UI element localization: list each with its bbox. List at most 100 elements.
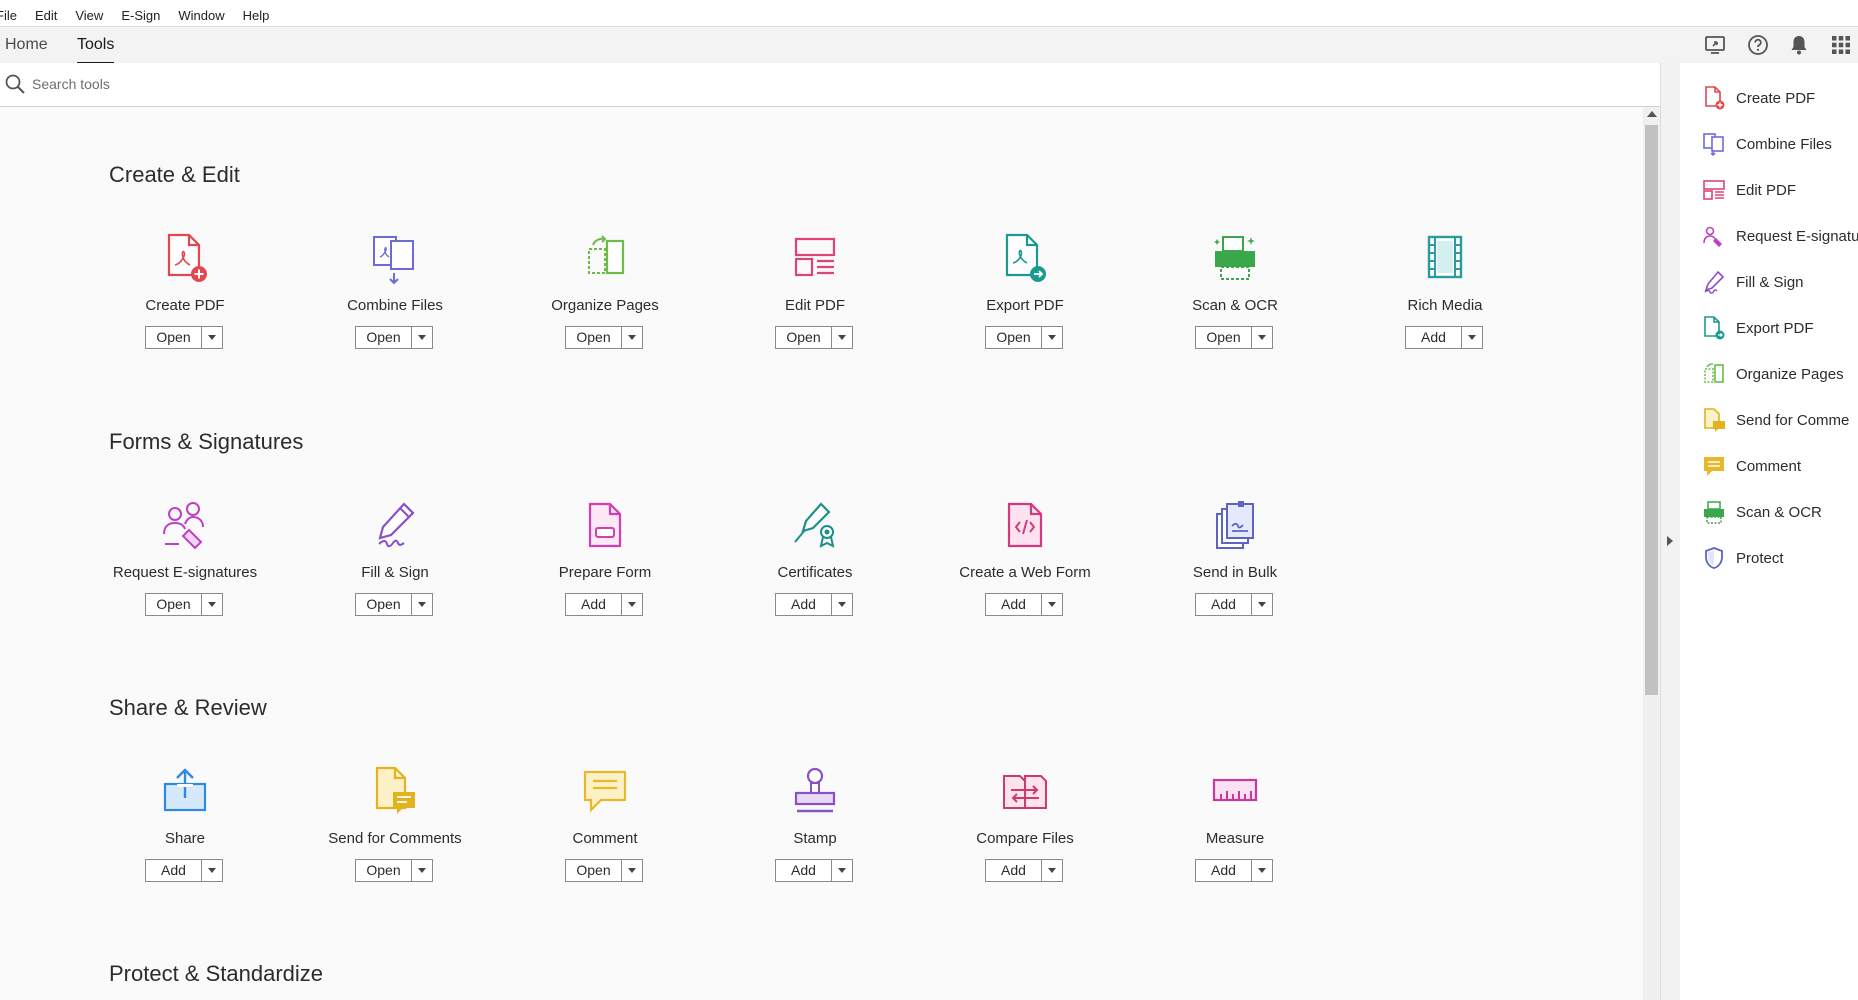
tool-card-prepare-form[interactable]: Prepare Form Add <box>500 500 710 640</box>
rightpane-item-combine-files[interactable]: Combine Files <box>1702 129 1832 159</box>
chevron-right-icon[interactable] <box>1667 536 1673 546</box>
share-screen-icon[interactable] <box>1703 33 1729 57</box>
add-button[interactable]: Add <box>776 594 832 615</box>
notification-bell-icon[interactable] <box>1786 33 1812 57</box>
open-button[interactable]: Open <box>566 327 622 348</box>
vertical-scrollbar[interactable] <box>1643 107 1660 1000</box>
tool-card-export-pdf[interactable]: Export PDF Open <box>920 233 1130 373</box>
tool-card-scan-ocr[interactable]: Scan & OCR Open <box>1130 233 1340 373</box>
tool-card-comment[interactable]: Comment Open <box>500 766 710 906</box>
tool-card-compare-files[interactable]: Compare Files Add <box>920 766 1130 906</box>
apps-grid-icon[interactable] <box>1828 33 1854 57</box>
add-button[interactable]: Add <box>776 860 832 881</box>
open-button[interactable]: Open <box>356 860 412 881</box>
section-title-share-review: Share & Review <box>109 695 267 720</box>
tool-options-dropdown[interactable] <box>832 860 852 881</box>
scrollbar-thumb[interactable] <box>1645 125 1658 695</box>
tool-card-combine-files[interactable]: Combine Files Open <box>290 233 500 373</box>
tool-options-dropdown[interactable] <box>202 327 222 348</box>
rightpane-item-label: Comment <box>1736 457 1802 475</box>
rich-media-icon <box>1421 233 1469 285</box>
add-button[interactable]: Add <box>566 594 622 615</box>
tool-card-share[interactable]: Share Add <box>80 766 290 906</box>
tool-options-dropdown[interactable] <box>1252 327 1272 348</box>
tool-card-edit-pdf[interactable]: Edit PDF Open <box>710 233 920 373</box>
rightpane-item-request-esignatures[interactable]: Request E-signatu <box>1702 221 1858 251</box>
add-button[interactable]: Add <box>986 594 1042 615</box>
tool-options-dropdown[interactable] <box>412 594 432 615</box>
rightpane-item-send-for-comments[interactable]: Send for Comme <box>1702 405 1849 435</box>
tool-card-create-pdf[interactable]: Create PDF Open <box>80 233 290 373</box>
tool-card-certificates[interactable]: Certificates Add <box>710 500 920 640</box>
tool-card-fill-sign[interactable]: Fill & Sign Open <box>290 500 500 640</box>
tab-home[interactable]: Home <box>5 27 48 63</box>
tool-options-dropdown[interactable] <box>622 860 642 881</box>
open-button[interactable]: Open <box>146 327 202 348</box>
tool-options-dropdown[interactable] <box>412 327 432 348</box>
menu-file[interactable]: File <box>0 8 26 23</box>
tool-options-dropdown[interactable] <box>832 594 852 615</box>
add-button[interactable]: Add <box>1196 594 1252 615</box>
rightpane-item-organize-pages[interactable]: Organize Pages <box>1702 359 1844 389</box>
tool-options-dropdown[interactable] <box>622 594 642 615</box>
tool-card-create-web-form[interactable]: Create a Web Form Add <box>920 500 1130 640</box>
add-button[interactable]: Add <box>986 860 1042 881</box>
rightpane-item-edit-pdf[interactable]: Edit PDF <box>1702 175 1796 205</box>
right-pane-collapse-strip[interactable] <box>1660 63 1681 1000</box>
menu-bar: File Edit View E-Sign Window Help <box>0 0 1858 26</box>
add-button[interactable]: Add <box>1406 327 1462 348</box>
rightpane-item-export-pdf[interactable]: Export PDF <box>1702 313 1814 343</box>
open-button[interactable]: Open <box>146 594 202 615</box>
open-button[interactable]: Open <box>356 327 412 348</box>
rightpane-item-comment[interactable]: Comment <box>1702 451 1801 481</box>
tool-options-dropdown[interactable] <box>1042 327 1062 348</box>
tab-tools[interactable]: Tools <box>77 27 115 64</box>
open-button[interactable]: Open <box>1196 327 1252 348</box>
open-button[interactable]: Open <box>986 327 1042 348</box>
edit-pdf-icon <box>791 233 839 285</box>
tool-card-request-esignatures[interactable]: Request E-signatures Open <box>80 500 290 640</box>
tool-options-dropdown[interactable] <box>832 327 852 348</box>
tool-card-stamp[interactable]: Stamp Add <box>710 766 920 906</box>
open-button[interactable]: Open <box>566 860 622 881</box>
tool-card-send-in-bulk[interactable]: Send in Bulk Add <box>1130 500 1340 640</box>
rightpane-item-scan-ocr[interactable]: Scan & OCR <box>1702 497 1822 527</box>
help-icon[interactable] <box>1745 33 1771 57</box>
rightpane-item-fill-sign[interactable]: Fill & Sign <box>1702 267 1804 297</box>
tool-options-dropdown[interactable] <box>202 594 222 615</box>
search-input[interactable] <box>32 73 632 95</box>
tool-split-button: Open <box>145 593 223 616</box>
tool-options-dropdown[interactable] <box>1462 327 1482 348</box>
rightpane-item-create-pdf[interactable]: Create PDF <box>1702 83 1815 113</box>
tool-card-measure[interactable]: Measure Add <box>1130 766 1340 906</box>
menu-help[interactable]: Help <box>234 8 279 23</box>
tool-split-button: Open <box>145 326 223 349</box>
tool-card-rich-media[interactable]: Rich Media Add <box>1340 233 1550 373</box>
menu-edit[interactable]: Edit <box>26 8 66 23</box>
tool-card-send-for-comments[interactable]: Send for Comments Open <box>290 766 500 906</box>
tool-options-dropdown[interactable] <box>412 860 432 881</box>
tool-options-dropdown[interactable] <box>1252 594 1272 615</box>
rightpane-item-label: Organize Pages <box>1736 365 1844 383</box>
add-button[interactable]: Add <box>146 860 202 881</box>
tool-options-dropdown[interactable] <box>1042 594 1062 615</box>
add-button[interactable]: Add <box>1196 860 1252 881</box>
tool-card-organize-pages[interactable]: Organize Pages Open <box>500 233 710 373</box>
menu-esign[interactable]: E-Sign <box>112 8 169 23</box>
chevron-down-icon <box>838 868 846 873</box>
tool-label: Stamp <box>793 830 837 847</box>
scroll-up-arrow-icon[interactable] <box>1647 111 1657 117</box>
rightpane-item-protect[interactable]: Protect <box>1702 543 1784 573</box>
tool-options-dropdown[interactable] <box>202 860 222 881</box>
chevron-down-icon <box>418 868 426 873</box>
tool-options-dropdown[interactable] <box>1042 860 1062 881</box>
open-button[interactable]: Open <box>356 594 412 615</box>
tool-split-button: Open <box>565 859 643 882</box>
open-button[interactable]: Open <box>776 327 832 348</box>
create-pdf-icon <box>161 233 209 285</box>
menu-window[interactable]: Window <box>169 8 233 23</box>
menu-view[interactable]: View <box>66 8 112 23</box>
certificates-icon <box>791 500 839 552</box>
tool-options-dropdown[interactable] <box>1252 860 1272 881</box>
tool-options-dropdown[interactable] <box>622 327 642 348</box>
